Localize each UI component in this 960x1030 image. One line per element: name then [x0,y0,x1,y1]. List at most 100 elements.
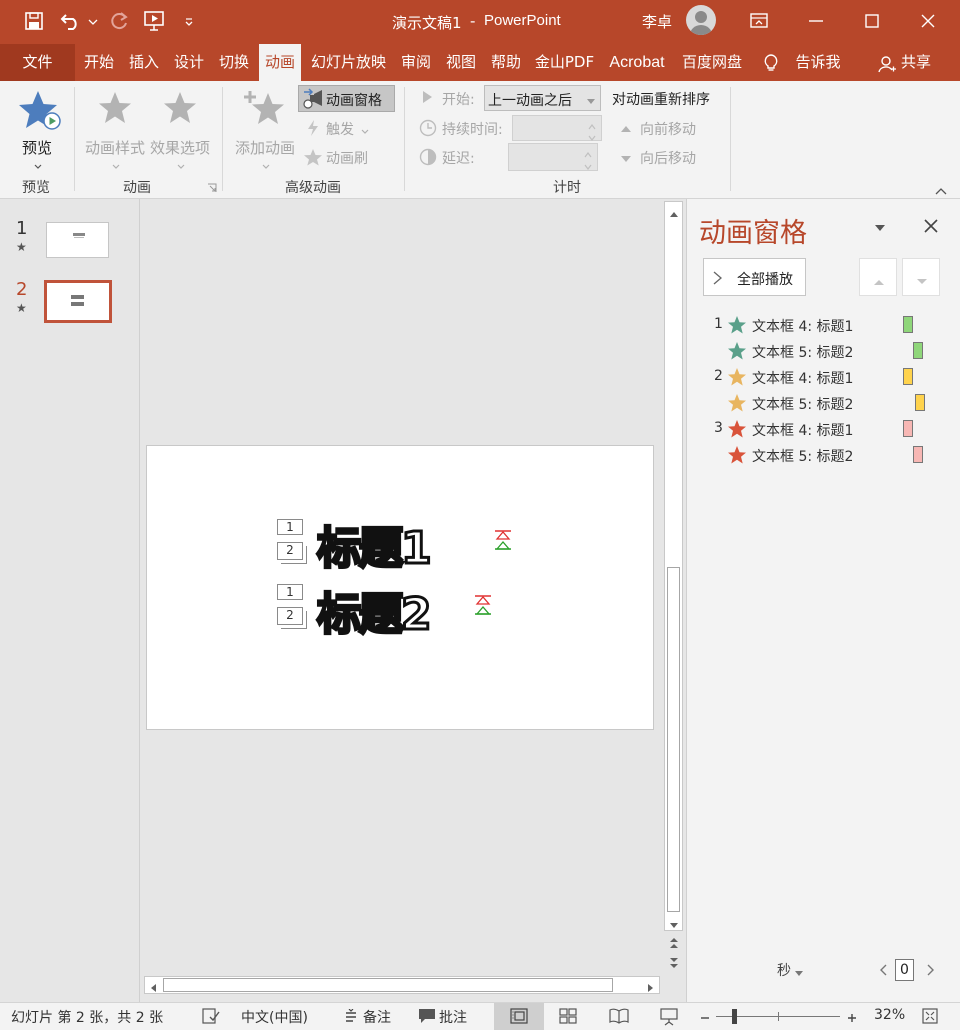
language-indicator[interactable]: 中文(中国) [241,1007,308,1027]
scroll-right-icon[interactable] [647,981,655,992]
slide-title-1[interactable]: 标题1 [316,520,434,578]
timeline-left-icon[interactable] [880,964,888,976]
animation-list-item[interactable]: 2 文本框 4: 标题1 [687,364,960,390]
slide-thumbnail-2[interactable] [44,280,112,323]
move-up-button[interactable] [859,258,897,296]
tab-acrobat[interactable]: Acrobat [603,44,671,81]
play-all-button[interactable]: 全部播放 [703,258,806,296]
tab-animations[interactable]: 动画 [259,44,301,81]
minimize-icon[interactable] [806,11,826,31]
scroll-left-icon[interactable] [149,981,157,992]
pane-options-icon[interactable] [873,221,887,231]
animation-timing-bar[interactable] [913,446,923,463]
move-earlier-button[interactable]: 向前移动 [640,119,696,139]
fit-to-window-icon[interactable] [922,1008,938,1024]
app-name: PowerPoint [484,12,561,29]
close-icon[interactable] [918,11,938,31]
zoom-slider-thumb[interactable] [732,1009,737,1024]
redo-icon[interactable] [109,11,129,31]
ribbon-display-options-icon[interactable] [749,11,769,31]
scroll-down-icon[interactable] [669,918,679,928]
seconds-dropdown-icon[interactable] [794,966,804,976]
tab-home[interactable]: 开始 [78,44,120,81]
animation-timing-bar[interactable] [903,368,913,385]
animation-list-item[interactable]: 文本框 5: 标题2 [687,390,960,416]
share-person-icon[interactable] [877,54,897,74]
move-later-button[interactable]: 向后移动 [640,148,696,168]
tab-slideshow[interactable]: 幻灯片放映 [306,44,391,81]
preview-dropdown-icon[interactable] [33,159,43,169]
duration-up-icon[interactable] [587,119,597,130]
tab-kingsoft-pdf[interactable]: 金山PDF [531,44,598,81]
customize-qat-icon[interactable] [184,16,194,26]
animation-timing-bar[interactable] [903,420,913,437]
animation-list-item[interactable]: 文本框 5: 标题2 [687,338,960,364]
tab-help[interactable]: 帮助 [485,44,527,81]
normal-view-button[interactable] [494,1003,544,1030]
slide-title-2[interactable]: 标题2 [316,586,434,644]
zoom-in-icon[interactable] [847,1011,857,1022]
timeline-zoom-box[interactable]: 0 [895,959,914,981]
collapse-ribbon-icon[interactable] [934,184,948,195]
maximize-icon[interactable] [862,11,882,31]
user-name[interactable]: 李卓 [642,11,672,32]
share-button[interactable]: 共享 [898,44,934,81]
tab-file[interactable]: 文件 [0,44,75,81]
avatar[interactable] [686,5,716,35]
add-animation-button[interactable]: 添加动画 [232,87,298,169]
animation-styles-button[interactable]: 动画样式 [84,87,146,169]
zoom-level[interactable]: 32% [874,1007,905,1023]
slide[interactable]: 1 2 标题1 1 2 标题2 [146,445,654,730]
animation-timing-bar[interactable] [915,394,925,411]
timeline-right-icon[interactable] [926,964,934,976]
tab-baidu-netdisk[interactable]: 百度网盘 [678,44,746,81]
comments-icon[interactable] [418,1008,436,1024]
move-down-button[interactable] [902,258,940,296]
tell-me-box[interactable]: 告诉我 [788,44,848,81]
slide-sorter-icon[interactable] [559,1008,577,1024]
zoom-out-icon[interactable] [700,1011,710,1021]
tab-transitions[interactable]: 切换 [213,44,255,81]
delay-down-icon[interactable] [583,159,593,170]
animation-pane-button[interactable]: 动画窗格 [298,85,395,112]
tab-view[interactable]: 视图 [440,44,482,81]
comments-button[interactable]: 批注 [439,1007,467,1027]
animation-painter-label[interactable]: 动画刷 [326,148,368,168]
vertical-scroll-thumb[interactable] [667,567,680,912]
animation-timing-bar[interactable] [903,316,913,333]
scroll-up-icon[interactable] [669,206,679,217]
animation-list-item[interactable]: 1 文本框 4: 标题1 [687,312,960,338]
notes-icon[interactable] [344,1008,358,1023]
delay-spinner[interactable] [508,143,598,171]
delay-up-icon[interactable] [583,147,593,158]
duration-down-icon[interactable] [587,130,597,141]
slide-thumbnail-1[interactable] [46,222,109,258]
next-slide-icon[interactable] [668,956,680,970]
tab-insert[interactable]: 插入 [123,44,165,81]
animation-list-item[interactable]: 文本框 5: 标题2 [687,442,960,468]
animation-list-item[interactable]: 3 文本框 4: 标题1 [687,416,960,442]
slideshow-from-start-icon[interactable] [143,10,167,32]
vertical-scrollbar[interactable] [664,201,683,931]
animation-timing-bar[interactable] [913,342,923,359]
effect-options-button[interactable]: 效果选项 [149,87,211,169]
trigger-label[interactable]: 触发 [326,119,354,139]
undo-icon[interactable] [60,11,82,31]
horizontal-scroll-thumb[interactable] [163,978,613,992]
seconds-dropdown[interactable]: 秒 [777,960,791,980]
horizontal-scrollbar[interactable] [144,976,660,994]
tab-design[interactable]: 设计 [168,44,210,81]
notes-button[interactable]: 备注 [363,1007,391,1027]
animation-dialog-launcher-icon[interactable] [207,181,217,192]
pane-close-icon[interactable] [923,218,939,234]
start-select[interactable]: 上一动画之后 [484,85,601,111]
reading-view-icon[interactable] [609,1008,629,1024]
preview-button[interactable]: 预览 [12,87,64,169]
undo-dropdown-icon[interactable] [88,15,98,25]
save-icon[interactable] [24,11,44,31]
previous-slide-icon[interactable] [668,936,680,950]
duration-spinner[interactable] [512,115,602,141]
spelling-check-icon[interactable] [202,1008,220,1024]
tab-review[interactable]: 审阅 [395,44,437,81]
slideshow-view-icon[interactable] [660,1008,678,1026]
